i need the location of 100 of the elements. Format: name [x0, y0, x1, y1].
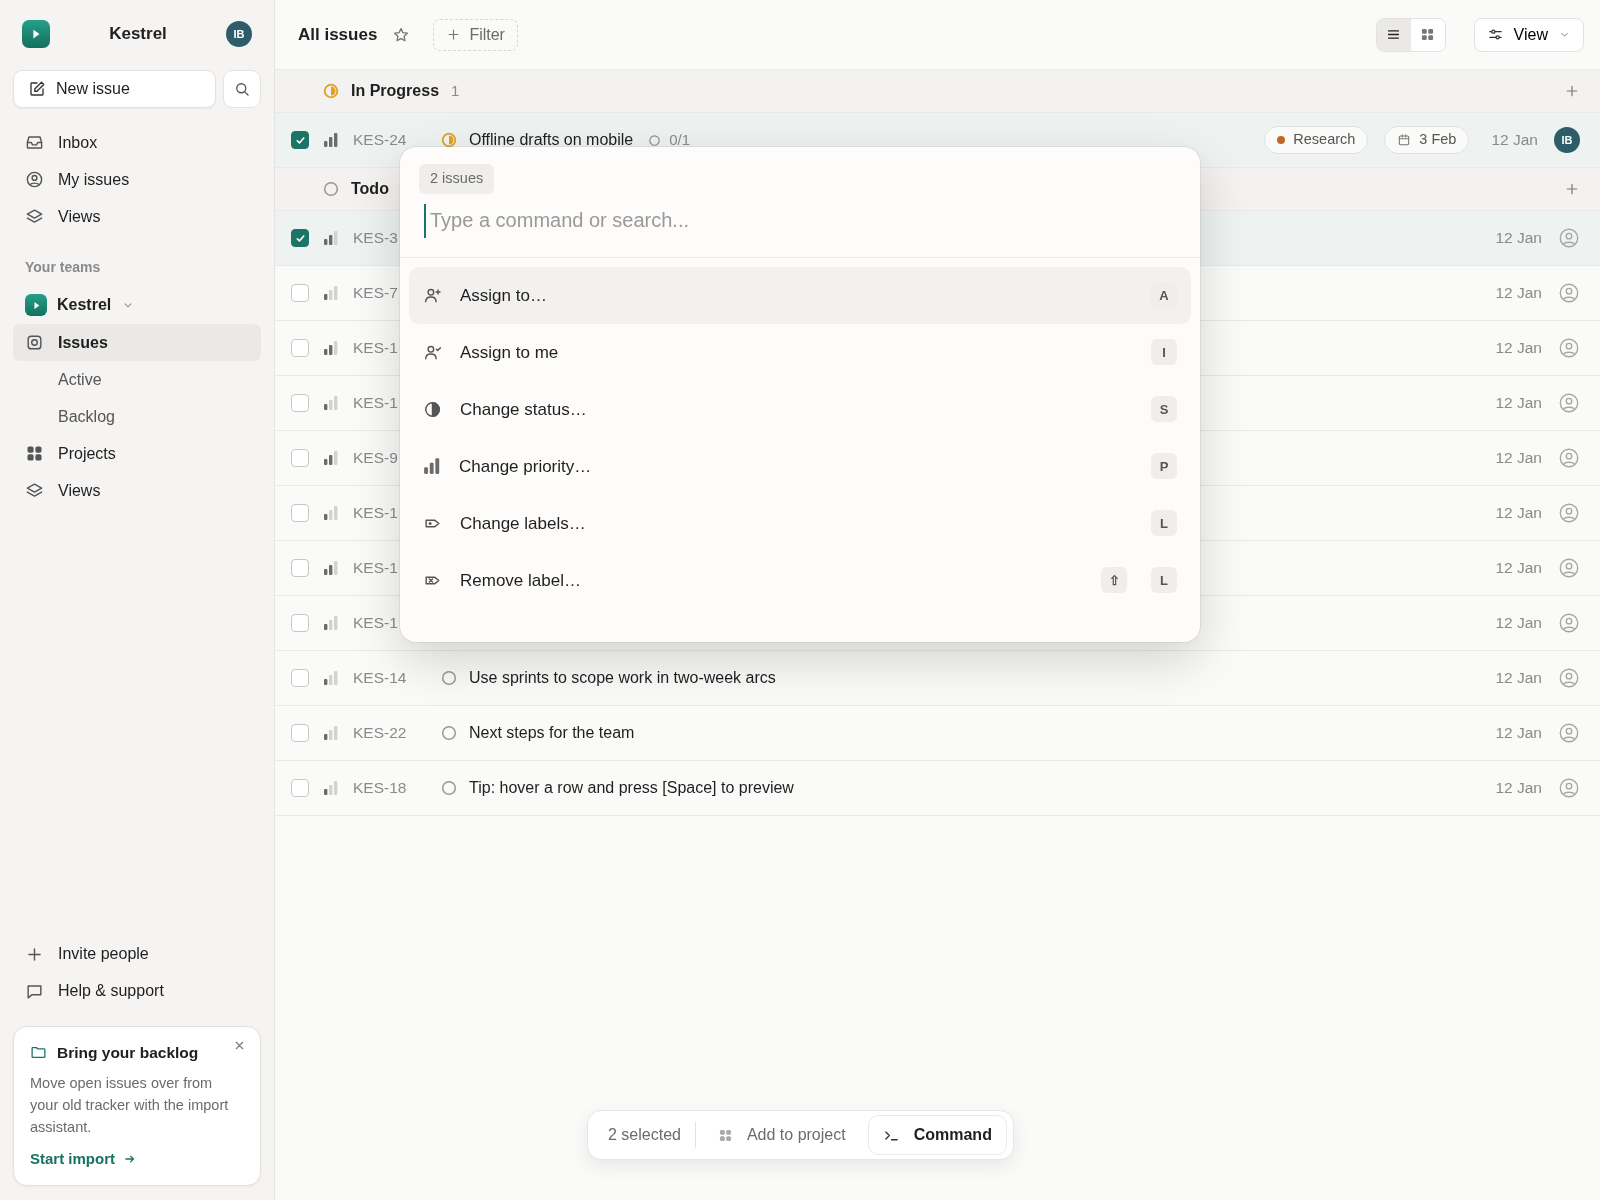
shortcut-key: I [1151, 339, 1177, 366]
priority-icon [323, 725, 339, 741]
checkbox[interactable] [291, 394, 309, 412]
checkbox[interactable] [291, 614, 309, 632]
user-avatar[interactable]: IB [226, 21, 252, 47]
created-date: 12 Jan [1495, 503, 1542, 524]
view-button[interactable]: View [1473, 17, 1584, 52]
sub-nav-item[interactable]: Backlog [13, 398, 261, 435]
add-issue-button[interactable] [1564, 181, 1580, 197]
command-label: Change labels… [460, 512, 587, 535]
plus-icon [1564, 83, 1580, 99]
shortcut-key: L [1151, 567, 1177, 594]
nav-item[interactable]: Inbox [13, 124, 261, 161]
command-item[interactable]: Change priority… P [409, 437, 1191, 495]
checkbox[interactable] [291, 779, 309, 797]
nav-item[interactable]: Views [13, 198, 261, 235]
command-item[interactable]: Change labels… L [409, 494, 1191, 552]
assignee-avatar[interactable]: IB [1554, 127, 1580, 153]
command-item[interactable]: Remove label… ⇧ L [409, 551, 1191, 609]
priority-icon [323, 670, 339, 686]
command-input[interactable]: Type a command or search... [424, 203, 1184, 238]
nav-item[interactable]: My issues [13, 161, 261, 198]
priority-icon [323, 780, 339, 796]
footer-link[interactable]: Invite people [13, 935, 261, 973]
issue-row[interactable]: KES-14 Use sprints to scope work in two-week arcs 12 Jan [275, 651, 1600, 706]
checkbox[interactable] [291, 504, 309, 522]
star-icon [392, 25, 411, 44]
checkbox[interactable] [291, 284, 309, 302]
plus-icon [446, 27, 462, 42]
checkbox[interactable] [291, 339, 309, 357]
layers-icon [25, 207, 44, 226]
unassigned-icon [1558, 777, 1580, 799]
app-logo[interactable] [22, 20, 50, 48]
nav-item[interactable]: Projects [13, 435, 261, 472]
team-logo [25, 294, 47, 316]
search-icon [233, 80, 251, 98]
checkbox[interactable] [291, 449, 309, 467]
nav-item[interactable]: Views [13, 472, 261, 509]
created-date: 12 Jan [1495, 393, 1542, 414]
team-name: Kestrel [57, 295, 112, 315]
unassigned-icon [1558, 227, 1580, 249]
add-issue-button[interactable] [1564, 83, 1580, 99]
unassigned-icon [1558, 337, 1580, 359]
command-label: Assign to… [460, 284, 548, 307]
issue-row[interactable]: KES-18 Tip: hover a row and press [Space] to preview 12 Jan [275, 761, 1600, 816]
issue-id: KES-1 [353, 393, 398, 414]
created-date: 12 Jan [1495, 613, 1542, 634]
add-to-project-button[interactable]: Add to project [709, 1115, 854, 1155]
command-label: Assign to me [460, 341, 560, 364]
edit-icon [28, 80, 46, 98]
grid-icon [717, 1127, 733, 1143]
workspace-name[interactable]: Kestrel [109, 21, 167, 47]
command-item[interactable]: Change status… S [409, 380, 1191, 438]
nav-label: Active [58, 369, 102, 390]
search-button[interactable] [223, 70, 261, 108]
new-issue-button[interactable]: New issue [13, 70, 216, 108]
command-button[interactable]: Command [867, 1115, 1007, 1155]
command-item[interactable]: Assign to… A [409, 266, 1191, 324]
checkbox[interactable] [291, 229, 309, 247]
filter-button[interactable]: Filter [433, 18, 518, 51]
team-header[interactable]: Kestrel [13, 286, 261, 324]
issue-id: KES-22 [353, 723, 407, 744]
created-date: 12 Jan [1495, 723, 1542, 744]
checkbox[interactable] [291, 669, 309, 687]
checkbox[interactable] [291, 724, 309, 742]
plus-icon [1564, 181, 1580, 197]
command-item[interactable]: Assign to me I [409, 323, 1191, 381]
circle-icon [647, 132, 663, 148]
checkbox[interactable] [291, 131, 309, 149]
issue-id: KES-1 [353, 503, 398, 524]
issue-row[interactable]: KES-22 Next steps for the team 12 Jan [275, 706, 1600, 761]
issue-id: KES-3 [353, 228, 398, 249]
selected-count: 2 selected [608, 1122, 696, 1148]
nav-label: Inbox [58, 132, 98, 153]
unassigned-icon [1558, 447, 1580, 469]
priority-icon [323, 340, 339, 356]
section-heading: Your teams [24, 258, 102, 277]
nav-item[interactable]: Issues [13, 324, 261, 361]
user-circle-icon [25, 170, 44, 189]
due-date-chip[interactable]: 3 Feb [1384, 126, 1470, 154]
unassigned-icon [1558, 502, 1580, 524]
selection-badge: 2 issues [419, 164, 495, 194]
issues-icon [25, 333, 44, 352]
created-date: 12 Jan [1495, 778, 1542, 799]
nav-label: My issues [58, 169, 130, 190]
list-view-button[interactable] [1376, 18, 1411, 51]
sub-nav-item[interactable]: Active [13, 361, 261, 398]
priority-icon [323, 132, 339, 148]
footer-link[interactable]: Help & support [13, 972, 261, 1010]
label-chip[interactable]: Research [1264, 126, 1369, 154]
priority-icon [323, 230, 339, 246]
checkbox[interactable] [291, 559, 309, 577]
todo-circle-icon [441, 670, 457, 686]
start-import-link[interactable]: Start import [30, 1148, 137, 1171]
command-label: Remove label… [460, 569, 582, 592]
created-date: 12 Jan [1495, 668, 1542, 689]
todo-circle-icon [441, 780, 457, 796]
unassigned-icon [1558, 722, 1580, 744]
half-circle-icon [423, 399, 442, 419]
issue-id: KES-7 [353, 283, 398, 304]
